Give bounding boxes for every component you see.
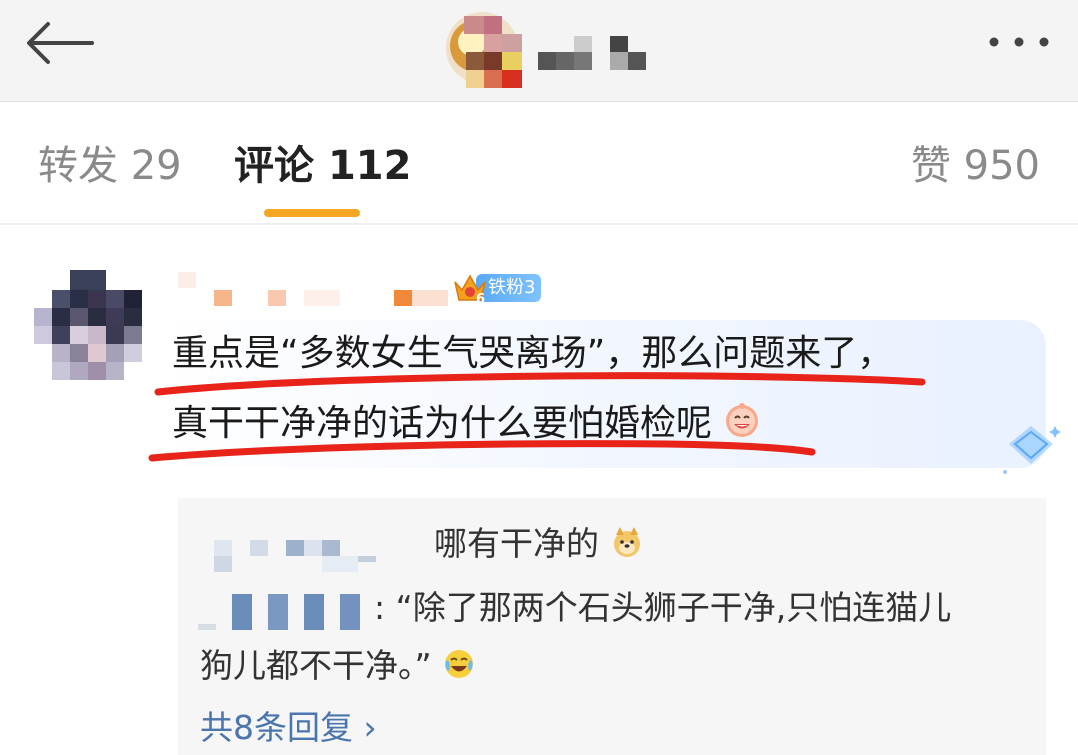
comment-text-line-1: 重点是“多数女生气哭离场”，那么问题来了， [172,333,894,374]
comment-text-line-2-text: 真干干净净的话为什么要怕婚检呢 [172,403,713,444]
tab-comment-count: 112 [327,143,412,189]
tab-like-label: 赞 [910,143,951,189]
more-options-icon[interactable] [984,30,1054,54]
view-more-replies-link[interactable]: 共8条回复 › [200,706,377,750]
top-bar [0,0,1078,102]
doge-icon [613,527,640,557]
back-arrow-icon[interactable] [22,18,102,68]
tab-bar: 转发 29 评论 112 赞 950 [0,103,1078,225]
chevron-right-icon: › [363,708,377,747]
reply1-text-content: 哪有干净的 [434,524,599,563]
comment-text-line-2: 真干干净净的话为什么要怕婚检呢 [172,400,761,448]
fan-badge-level: 6 [476,292,485,306]
tab-repost-label: 转发 [38,143,118,189]
view-more-replies-label: 共8条回复 [200,708,353,747]
tab-like-count: 950 [963,143,1040,189]
comment-item: 铁粉3 6 重点是“多数女生气哭离场”，那么问题来了， 真干干净净的话为什么要怕… [0,230,1078,755]
reply2-text-line-2-content: 狗儿都不干净。” [200,646,432,685]
tab-comment[interactable]: 评论 112 [234,141,411,191]
commenter-avatar[interactable] [34,270,146,382]
tab-like[interactable]: 赞 950 [911,141,1040,191]
tab-repost-count: 29 [130,143,182,189]
tab-comment-label: 评论 [234,143,314,189]
tab-repost[interactable]: 转发 29 [38,141,182,191]
reply-list: 哪有干净的 : “除了那两个石头狮子干净,只怕连猫儿 狗儿都不干净。” 共8条回… [178,498,1046,755]
commenter-name-blurred[interactable] [178,270,458,310]
reply2-user-blurred[interactable] [198,590,368,632]
diamond-icon [1003,426,1061,474]
fan-badge[interactable]: 铁粉3 6 [452,270,552,306]
laugh-cry-icon [445,650,474,678]
author-avatar[interactable] [442,8,522,94]
reply1-user-blurred[interactable] [212,536,378,576]
active-tab-indicator [264,209,360,217]
crown-icon: 6 [454,274,486,306]
reply2-text-line-1: : “除了那两个石头狮子干净,只怕连猫儿 [374,588,952,627]
reply2-text-line-2: 狗儿都不干净。” [200,644,476,688]
author-name-blurred [538,36,646,70]
reply1-text: 哪有干净的 [434,522,644,566]
smiling-face-icon [726,403,759,437]
